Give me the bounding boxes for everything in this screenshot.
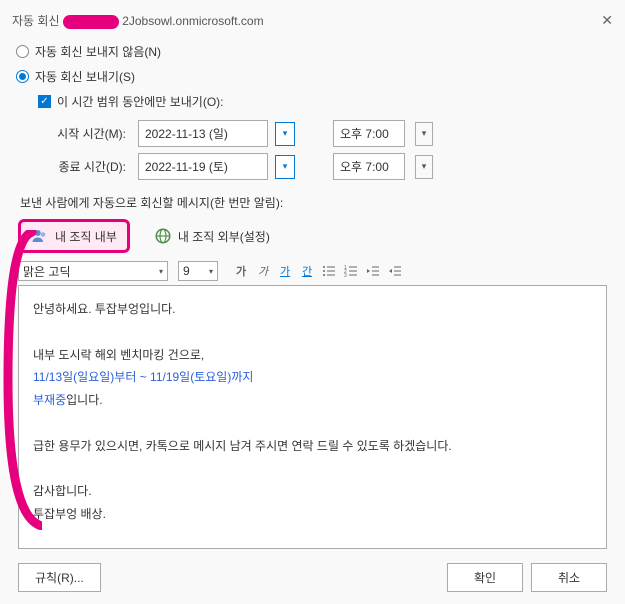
msg-line7: 투잡부엉 배상. (33, 503, 592, 526)
people-icon (31, 227, 49, 245)
bottom-bar: 규칙(R)... 확인 취소 (18, 563, 607, 592)
title-bar: 자동 회신 2Jobsowl.onmicrosoft.com ✕ (12, 8, 613, 39)
start-time-input[interactable]: 오후 7:00 (333, 120, 405, 147)
end-time-input[interactable]: 오후 7:00 (333, 153, 405, 180)
radio-icon (16, 45, 29, 58)
font-color-button[interactable]: 간 (298, 262, 316, 280)
radio-label: 자동 회신 보내지 않음(N) (35, 43, 161, 60)
checkbox-icon: ✓ (38, 95, 51, 108)
start-time-chevron-icon[interactable]: ▾ (415, 122, 433, 146)
tab-outside-org[interactable]: 내 조직 외부(설정) (144, 222, 280, 250)
indent-icon[interactable] (386, 262, 404, 280)
checkbox-time-range[interactable]: ✓ 이 시간 범위 동안에만 보내기(O): (38, 93, 613, 110)
globe-icon (154, 227, 172, 245)
start-time-value: 오후 7:00 (340, 127, 389, 141)
start-date-input[interactable]: 2022-11-13 (일) (138, 120, 268, 147)
start-time-row: 시작 시간(M): 2022-11-13 (일) ▾ 오후 7:00 ▾ (38, 120, 613, 147)
ok-button[interactable]: 확인 (447, 563, 523, 592)
start-date-value: 2022-11-13 (일) (145, 125, 228, 142)
checkbox-label: 이 시간 범위 동안에만 보내기(O): (57, 93, 223, 110)
format-toolbar: 맑은 고딕 ▾ 9 ▾ 가 가 가 간 123 (18, 261, 607, 281)
window-title: 자동 회신 2Jobsowl.onmicrosoft.com (12, 12, 264, 29)
end-date-chevron-icon[interactable]: ▾ (275, 155, 295, 179)
close-icon[interactable]: ✕ (601, 12, 613, 29)
end-date-value: 2022-11-19 (토) (145, 158, 228, 175)
msg-line5: 급한 용무가 있으시면, 카톡으로 메시지 남겨 주시면 연락 드릴 수 있도록… (33, 435, 592, 458)
start-label: 시작 시간(M): (38, 125, 126, 142)
numbered-list-icon[interactable]: 123 (342, 262, 360, 280)
msg-line4: 부재중 (33, 393, 66, 407)
tab-inside-label: 내 조직 내부 (55, 228, 117, 245)
bullet-list-icon[interactable] (320, 262, 338, 280)
tab-outside-label: 내 조직 외부(설정) (178, 228, 270, 245)
end-time-chevron-icon[interactable]: ▾ (415, 155, 433, 179)
msg-line4b: 입니다. (66, 393, 102, 407)
underline-button[interactable]: 가 (276, 262, 294, 280)
chevron-down-icon: ▾ (159, 267, 163, 276)
msg-line3: 11/13일(일요일)부터 ~ 11/19일(토요일)까지 (33, 370, 253, 384)
reply-notice: 보낸 사람에게 자동으로 회신할 메시지(한 번만 알림): (20, 194, 613, 211)
title-prefix: 자동 회신 (12, 14, 60, 28)
msg-line6: 감사합니다. (33, 480, 592, 503)
end-time-row: 종료 시간(D): 2022-11-19 (토) ▾ 오후 7:00 ▾ (38, 153, 613, 180)
rules-button[interactable]: 규칙(R)... (18, 563, 101, 592)
msg-line2: 내부 도시락 해외 벤치마킹 건으로, (33, 344, 592, 367)
italic-button[interactable]: 가 (254, 262, 272, 280)
cancel-button[interactable]: 취소 (531, 563, 607, 592)
radio-dont-send[interactable]: 자동 회신 보내지 않음(N) (16, 43, 613, 60)
radio-icon-selected (16, 70, 29, 83)
chevron-down-icon: ▾ (209, 267, 213, 276)
end-date-input[interactable]: 2022-11-19 (토) (138, 153, 268, 180)
msg-line1: 안녕하세요. 투잡부엉입니다. (33, 298, 592, 321)
message-editor[interactable]: 안녕하세요. 투잡부엉입니다. 내부 도시락 해외 벤치마킹 건으로, 11/1… (18, 285, 607, 549)
radio-send[interactable]: 자동 회신 보내기(S) (16, 68, 613, 85)
start-date-chevron-icon[interactable]: ▾ (275, 122, 295, 146)
org-tabs: 내 조직 내부 내 조직 외부(설정) (18, 219, 613, 253)
radio-label: 자동 회신 보내기(S) (35, 68, 135, 85)
end-label: 종료 시간(D): (38, 158, 126, 175)
bold-button[interactable]: 가 (232, 262, 250, 280)
font-name-value: 맑은 고딕 (23, 263, 71, 280)
account-domain: 2Jobsowl.onmicrosoft.com (122, 14, 263, 28)
svg-text:3: 3 (344, 273, 347, 278)
font-size-select[interactable]: 9 ▾ (178, 261, 218, 281)
redacted-account (63, 15, 119, 29)
font-size-value: 9 (183, 264, 190, 278)
end-time-value: 오후 7:00 (340, 160, 389, 174)
tab-inside-org[interactable]: 내 조직 내부 (18, 219, 130, 253)
font-name-select[interactable]: 맑은 고딕 ▾ (18, 261, 168, 281)
outdent-icon[interactable] (364, 262, 382, 280)
